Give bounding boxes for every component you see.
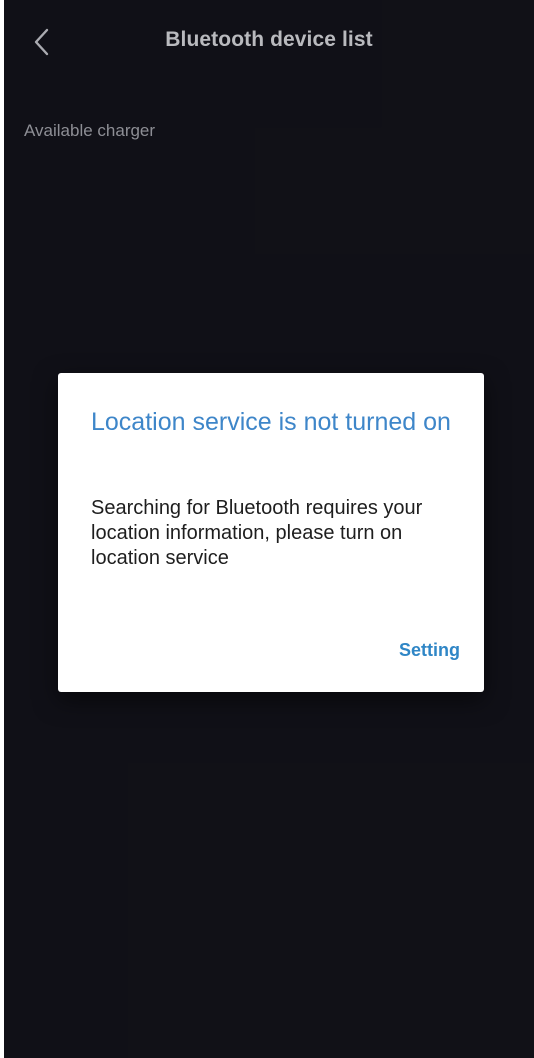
- dialog-title: Location service is not turned on: [91, 408, 451, 436]
- app-screen: Bluetooth device list Available charger …: [4, 0, 534, 1058]
- location-service-dialog: Location service is not turned on Search…: [58, 373, 484, 692]
- dialog-message: Searching for Bluetooth requires your lo…: [91, 497, 423, 569]
- setting-button[interactable]: Setting: [399, 638, 460, 663]
